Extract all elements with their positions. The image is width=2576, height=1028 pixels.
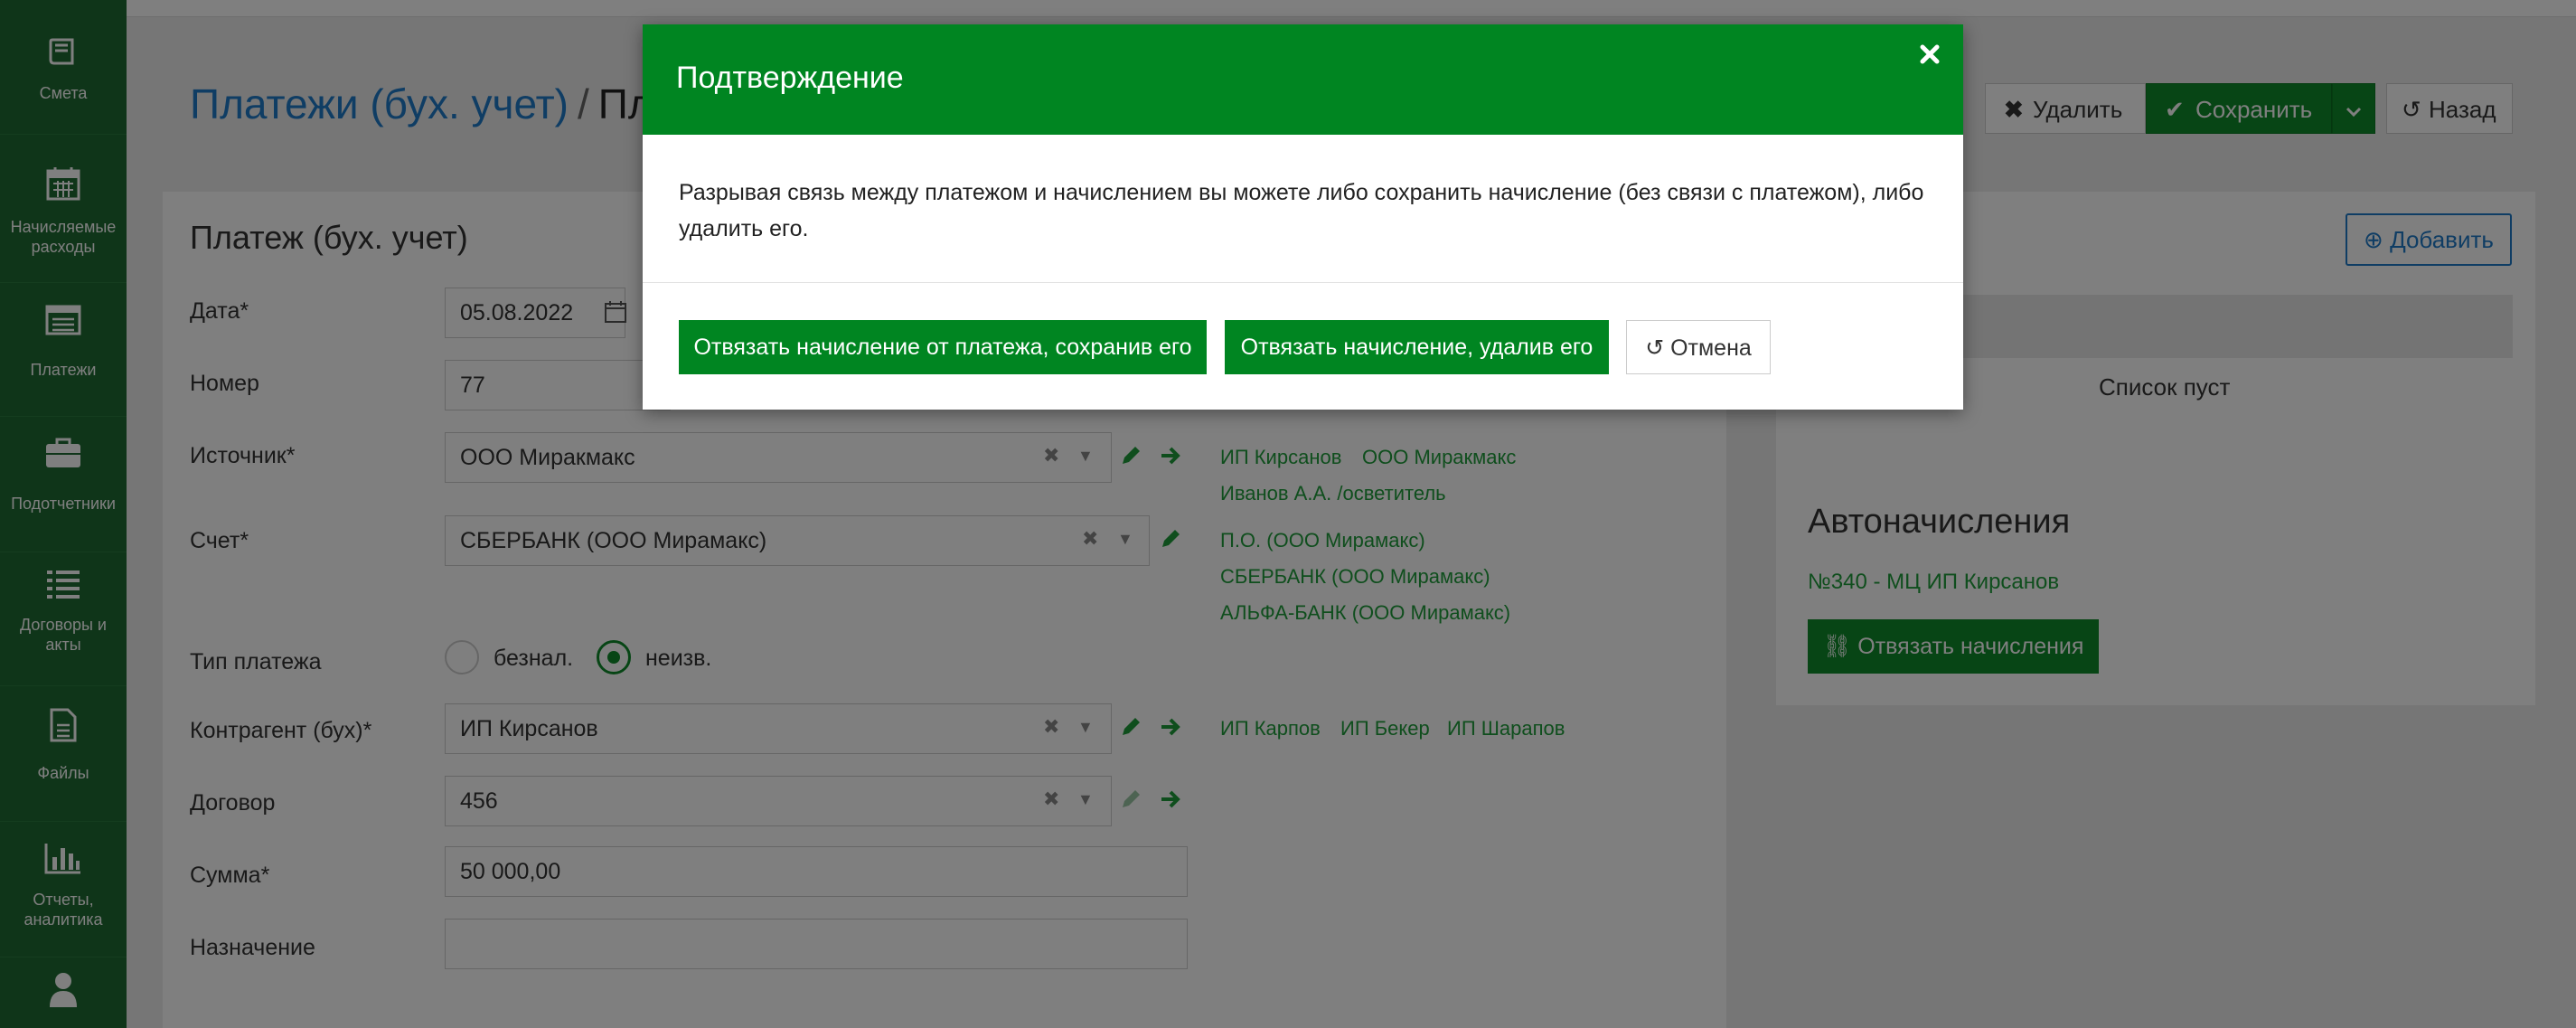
modal-divider xyxy=(643,282,1963,283)
confirmation-modal: Подтверждение Разрывая связь между плате… xyxy=(643,24,1963,410)
close-icon[interactable] xyxy=(1916,41,1943,68)
unlink-delete-button[interactable]: Отвязать начисление, удалив его xyxy=(1225,320,1609,374)
cancel-button-label: Отмена xyxy=(1670,335,1752,361)
unlink-keep-button[interactable]: Отвязать начисление от платежа, сохранив… xyxy=(679,320,1207,374)
modal-title: Подтверждение xyxy=(676,61,904,95)
modal-header: Подтверждение xyxy=(643,24,1963,135)
cancel-button[interactable]: ↺ Отмена xyxy=(1626,320,1771,374)
modal-message: Разрывая связь между платежом и начислен… xyxy=(679,180,1924,241)
undo-icon: ↺ xyxy=(1645,335,1665,361)
